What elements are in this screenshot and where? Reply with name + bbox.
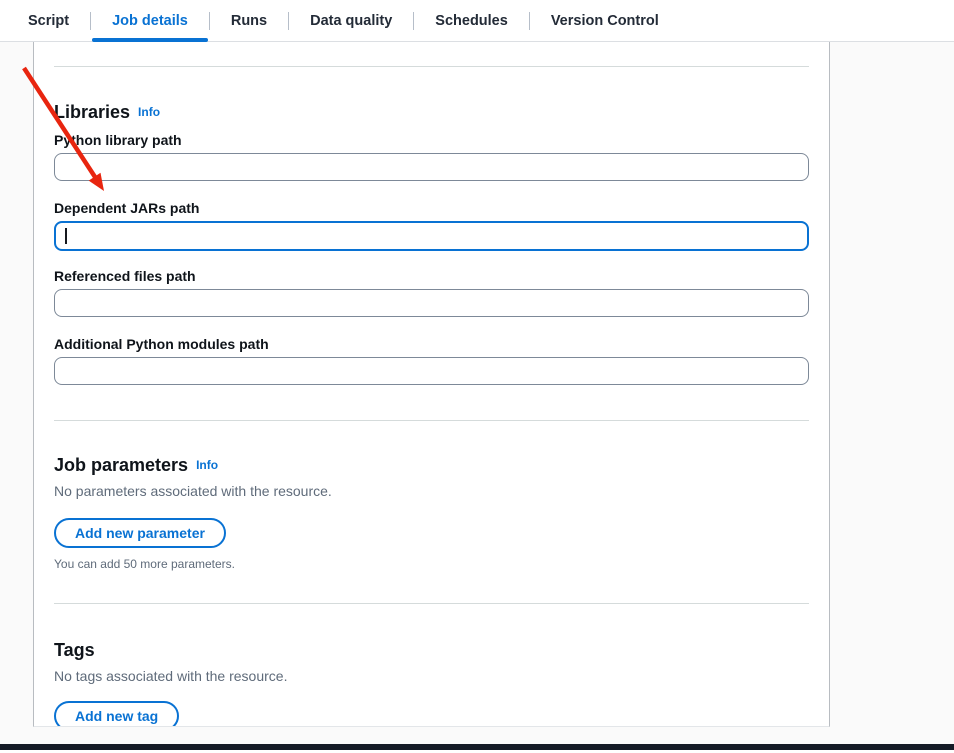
- referenced-files-path-input[interactable]: [54, 289, 809, 317]
- libraries-info-link[interactable]: Info: [138, 105, 160, 119]
- job-parameters-heading-text: Job parameters: [54, 455, 188, 475]
- glue-job-details-page: Script Job details Runs Data quality Sch…: [0, 0, 954, 753]
- bottom-window-edge: [0, 744, 954, 750]
- libraries-heading-text: Libraries: [54, 102, 130, 122]
- libraries-section: Libraries Info Python library path Depend…: [54, 101, 809, 385]
- dependent-jars-path-input[interactable]: [54, 221, 809, 251]
- referenced-files-path-label: Referenced files path: [54, 267, 809, 285]
- additional-python-modules-path-input[interactable]: [54, 357, 809, 385]
- text-caret: [65, 228, 67, 244]
- dependent-jars-path-label: Dependent JARs path: [54, 199, 809, 217]
- tab-schedules[interactable]: Schedules: [414, 0, 529, 41]
- job-parameters-empty-text: No parameters associated with the resour…: [54, 482, 809, 500]
- job-parameters-section: Job parameters Info No parameters associa…: [54, 454, 809, 572]
- tab-version-control[interactable]: Version Control: [530, 0, 680, 41]
- job-details-panel: Libraries Info Python library path Depend…: [33, 42, 830, 727]
- tab-bar: Script Job details Runs Data quality Sch…: [0, 0, 954, 42]
- tags-empty-text: No tags associated with the resource.: [54, 667, 809, 685]
- libraries-heading: Libraries Info: [54, 101, 809, 123]
- section-divider: [54, 603, 809, 604]
- section-divider: [54, 420, 809, 421]
- additional-python-modules-path-label: Additional Python modules path: [54, 335, 809, 353]
- section-divider: [54, 66, 809, 67]
- tab-job-details[interactable]: Job details: [91, 0, 209, 41]
- tab-runs[interactable]: Runs: [210, 0, 288, 41]
- add-new-parameter-button[interactable]: Add new parameter: [54, 518, 226, 548]
- tab-data-quality[interactable]: Data quality: [289, 0, 413, 41]
- add-new-tag-button[interactable]: Add new tag: [54, 701, 179, 727]
- python-library-path-label: Python library path: [54, 131, 809, 149]
- job-parameters-info-link[interactable]: Info: [196, 458, 218, 472]
- job-parameters-helper-text: You can add 50 more parameters.: [54, 556, 809, 572]
- tags-heading: Tags: [54, 639, 809, 661]
- python-library-path-input[interactable]: [54, 153, 809, 181]
- tab-script[interactable]: Script: [7, 0, 90, 41]
- job-parameters-heading: Job parameters Info: [54, 454, 809, 476]
- tags-section: Tags No tags associated with the resourc…: [54, 639, 809, 727]
